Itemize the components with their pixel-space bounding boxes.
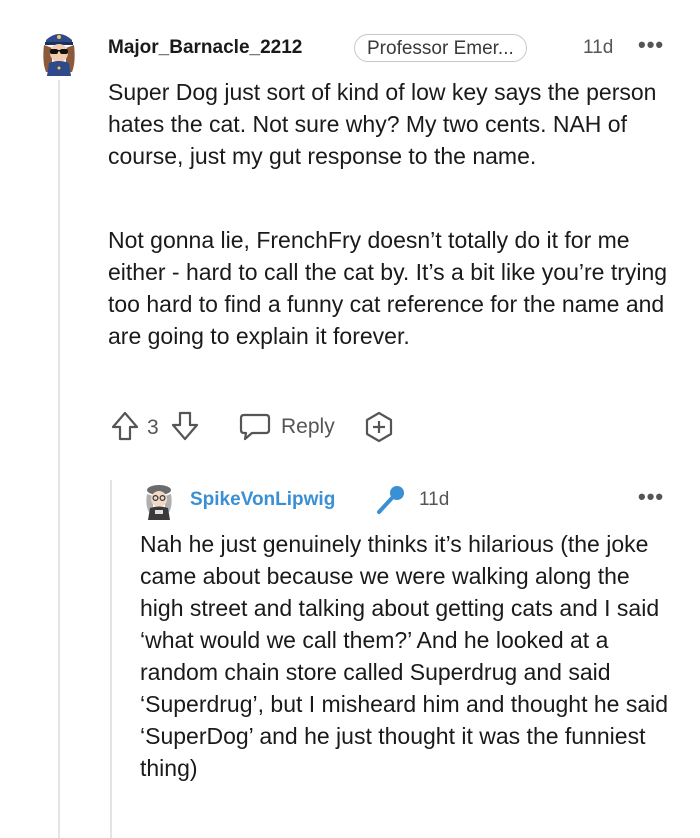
reply-label: Reply — [281, 415, 335, 438]
reply-text: Nah he just genuinely thinks it’s hilari… — [140, 531, 669, 781]
comment-username[interactable]: Major_Barnacle_2212 — [108, 37, 302, 59]
microphone-icon — [373, 484, 407, 516]
reply-button[interactable]: Reply — [238, 410, 380, 442]
user-avatar[interactable] — [38, 28, 78, 76]
comment-age: 11d — [583, 37, 614, 58]
speech-bubble-icon — [239, 413, 271, 441]
reply-age: 11d — [419, 489, 450, 510]
vote-count: 3 — [147, 416, 159, 439]
reply-more-options-icon[interactable]: ••• — [638, 484, 664, 510]
thread-line[interactable] — [58, 80, 60, 838]
comment-paragraph-2: Not gonna lie, FrenchFry doesn’t totally… — [108, 227, 668, 349]
add-award-icon[interactable] — [362, 410, 396, 444]
downvote-arrow-icon[interactable] — [170, 410, 202, 442]
user-flair: Professor Emer... — [354, 34, 527, 62]
reply-thread-line[interactable] — [110, 480, 112, 838]
reply-user-avatar[interactable] — [140, 480, 178, 520]
reply-username[interactable]: SpikeVonLipwig — [190, 489, 335, 511]
comment-paragraph-1: Super Dog just sort of kind of low key s… — [108, 79, 657, 169]
upvote-arrow-icon[interactable] — [110, 410, 142, 442]
more-options-icon[interactable]: ••• — [638, 32, 664, 58]
